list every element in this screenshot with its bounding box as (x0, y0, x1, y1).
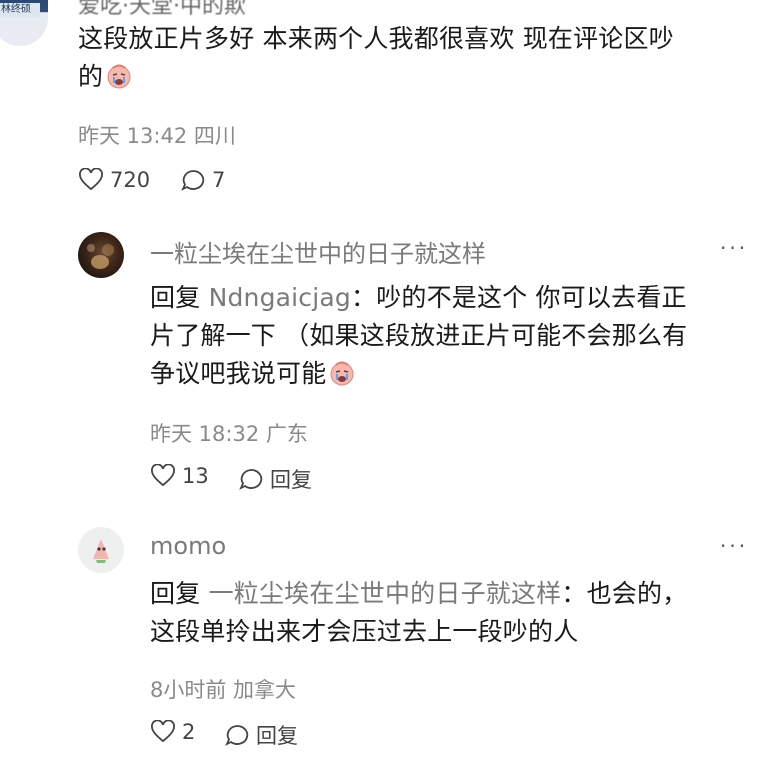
avatar[interactable] (78, 232, 124, 278)
comment-bubble-icon (225, 725, 249, 746)
comment-text: 这段放正片多好 本来两个人我都很喜欢 现在评论区吵 的 (78, 20, 758, 96)
crying-face-emoji-icon (330, 361, 354, 386)
comment-text-end: 的 (78, 62, 104, 91)
reply-count-button[interactable]: 7 (180, 168, 225, 192)
avatar[interactable]: 林终硕 (0, 0, 48, 46)
reply-timestamp: 8小时前 加拿大 (150, 678, 297, 702)
crying-face-emoji-icon (107, 64, 131, 89)
avatar-image (93, 539, 109, 563)
heart-icon (151, 464, 175, 487)
reply-label: 回复 (256, 724, 298, 748)
more-options-button[interactable]: ··· (720, 534, 748, 558)
reply-text-line: 回复 Ndngaicjag：吵的不是这个 你可以去看正 (150, 279, 760, 317)
reply-timestamp: 昨天 18:32 广东 (150, 422, 308, 446)
username[interactable]: momo (150, 532, 226, 560)
reply-button[interactable]: 回复 (238, 464, 312, 494)
reply-text: 回复 Ndngaicjag：吵的不是这个 你可以去看正 片了解一下 （如果这段放… (150, 279, 760, 393)
reply-text-line: 回复 一粒尘埃在尘世中的日子就这样：也会的， (150, 575, 760, 613)
username[interactable]: 一粒尘埃在尘世中的日子就这样 (150, 234, 486, 269)
avatar-image (87, 244, 114, 269)
mention-link[interactable]: 一粒尘埃在尘世中的日子就这样 (209, 579, 562, 608)
avatar-tag: 林终硕 (0, 3, 40, 17)
like-count: 720 (110, 168, 151, 192)
comment-bubble-icon (181, 170, 205, 191)
like-count: 13 (182, 464, 209, 488)
like-button[interactable]: 13 (150, 464, 209, 488)
reply-text-end: 争议吧我说可能 (150, 359, 327, 388)
comment-bubble-icon (239, 469, 263, 490)
reply-prefix: 回复 (150, 579, 209, 608)
reply-label: 回复 (270, 468, 312, 492)
comment-text-line: 这段放正片多好 本来两个人我都很喜欢 现在评论区吵 (78, 24, 674, 53)
reply-count: 7 (212, 168, 226, 192)
reply-text-line: 这段单拎出来才会压过去上一段吵的人 (150, 617, 579, 646)
reply-prefix: 回复 (150, 283, 209, 312)
avatar[interactable] (78, 527, 124, 573)
more-options-button[interactable]: ··· (720, 236, 748, 260)
comment-text-line: 的 (78, 58, 758, 96)
like-button[interactable]: 2 (150, 720, 195, 744)
reply-text-segment: ：吵的不是这个 你可以去看正 (351, 283, 687, 312)
reply-text: 回复 一粒尘埃在尘世中的日子就这样：也会的， 这段单拎出来才会压过去上一段吵的人 (150, 575, 760, 651)
like-button[interactable]: 720 (78, 168, 150, 192)
heart-icon (79, 168, 103, 191)
comment-timestamp: 昨天 13:42 四川 (78, 124, 236, 148)
reply-button[interactable]: 回复 (224, 720, 298, 750)
like-count: 2 (182, 720, 196, 744)
reply-text-segment: ：也会的， (561, 579, 688, 608)
reply-text-line: 片了解一下 （如果这段放进正片可能不会那么有 (150, 321, 688, 350)
heart-icon (151, 720, 175, 743)
comment-thread: 林终硕 爱吃·天堂·中的欺 这段放正片多好 本来两个人我都很喜欢 现在评论区吵 … (0, 0, 770, 770)
reply-text-line: 争议吧我说可能 (150, 355, 760, 393)
mention-link[interactable]: Ndngaicjag (209, 283, 351, 312)
username[interactable]: 爱吃·天堂·中的欺 (78, 0, 246, 20)
